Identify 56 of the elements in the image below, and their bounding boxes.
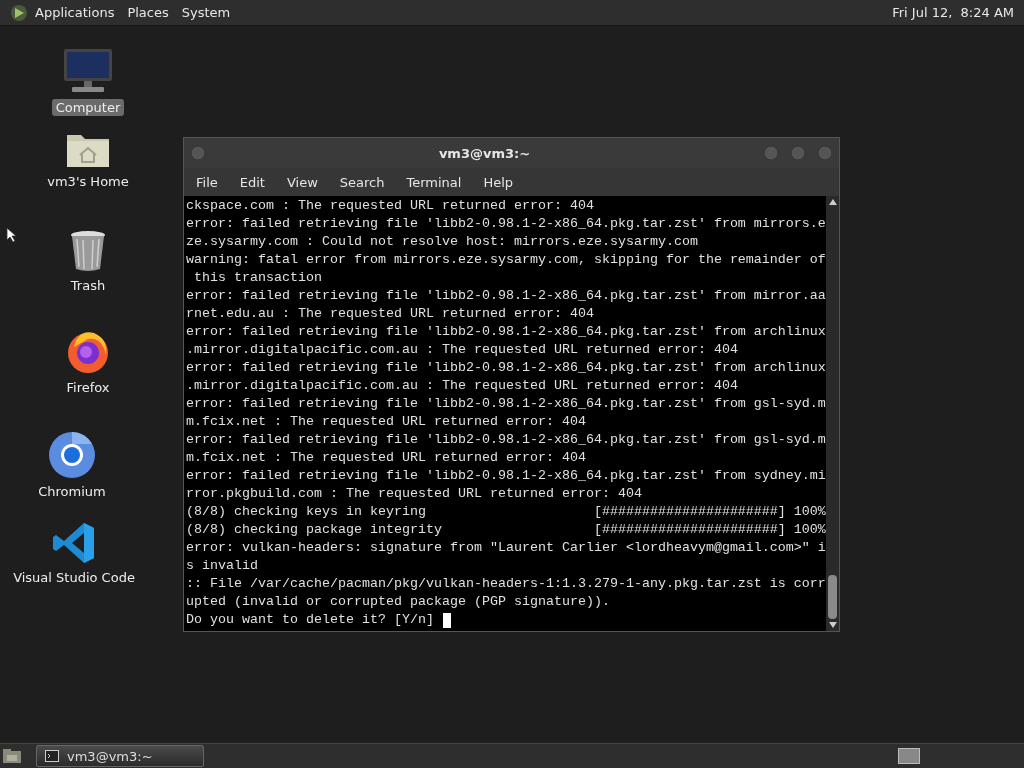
desktop-icon-label[interactable]: vm3's Home [43, 173, 133, 190]
terminal-line: rror.pkgbuild.com : The requested URL returned error: 404 [186, 485, 642, 503]
chromium-icon[interactable] [48, 431, 96, 479]
scrollbar[interactable] [826, 196, 839, 631]
scroll-down-arrow-icon[interactable] [828, 622, 837, 628]
terminal-line: rnet.edu.au : The requested URL returned error: 404 [186, 305, 594, 323]
scroll-up-arrow-icon[interactable] [828, 199, 837, 205]
menu-item[interactable]: View [278, 174, 326, 190]
terminal-line: error: failed retrieving file 'libb2-0.98.1-2-x86_64.pkg.tar.zst' from gsl-syd.m [186, 431, 826, 449]
terminal-line: error: failed retrieving file 'libb2-0.98.1-2-x86_64.pkg.tar.zst' from mirrors.e [186, 215, 826, 233]
desktop-icon-label[interactable]: Chromium [34, 483, 110, 500]
terminal-line: Do you want to delete it? [Y/n] [186, 611, 435, 629]
taskbar-button[interactable]: vm3@vm3:~ [36, 745, 204, 767]
menu-item[interactable]: Help [475, 174, 522, 190]
desktop-icon-label[interactable]: Trash [66, 277, 110, 294]
terminal-line: this transaction [193, 269, 322, 287]
terminal-line: m.fcix.net : The requested URL returned error: 404 [186, 413, 586, 431]
terminal-line: error: failed retrieving file 'libb2-0.98.1-2-x86_64.pkg.tar.zst' from archlinux [186, 323, 826, 341]
terminal-line: (8/8) checking keys in keyring [######################] 100% [186, 503, 826, 521]
terminal-line: error: vulkan-headers: signature from "Laurent Carlier <lordheavym@gmail.com>" i [186, 539, 826, 557]
terminal-line: error: failed retrieving file 'libb2-0.98.1-2-x86_64.pkg.tar.zst' from archlinux [186, 359, 826, 377]
terminal-icon [45, 750, 59, 762]
terminal-line: .mirror.digitalpacific.com.au : The requested URL returned error: 404 [186, 341, 738, 359]
trash-icon[interactable] [69, 229, 107, 273]
terminal-line: (8/8) checking package integrity [######################] 100% [186, 521, 826, 539]
menu-item[interactable]: Terminal [398, 174, 470, 190]
code-editor-icon[interactable] [52, 521, 96, 565]
show-desktop-icon[interactable] [2, 748, 22, 764]
computer-icon[interactable] [62, 47, 114, 95]
terminal-line: error: failed retrieving file 'libb2-0.98.1-2-x86_64.pkg.tar.zst' from mirror.aa [186, 287, 826, 305]
desktop-icon-label[interactable]: Firefox [62, 379, 114, 396]
terminal-line: .mirror.digitalpacific.com.au : The requested URL returned error: 404 [186, 377, 738, 395]
terminal-line: warning: fatal error from mirrors.eze.sysarmy.com, skipping for the remainder of [186, 251, 826, 269]
terminal-line: ze.sysarmy.com : Could not resolve host: mirrors.eze.sysarmy.com [186, 233, 698, 251]
panel-clock[interactable]: Fri Jul 12, 8:24 AM [892, 5, 1024, 20]
panel-menu[interactable]: Places [127, 5, 169, 20]
terminal-line: ckspace.com : The requested URL returned error: 404 [186, 197, 594, 215]
panel-menu[interactable]: Applications [35, 5, 115, 20]
mouse-pointer-icon [6, 227, 16, 243]
panel-menu[interactable]: System [181, 5, 231, 20]
desktop-icon-label[interactable]: Visual Studio Code [9, 569, 139, 586]
terminal-line: s invalid [186, 557, 258, 575]
menu-logo-icon[interactable] [10, 3, 28, 22]
desktop-icon-label[interactable]: Computer [51, 99, 125, 116]
scrollbar-thumb[interactable] [828, 575, 837, 619]
terminal-line: :: File /var/cache/pacman/pkg/vulkan-headers-1:1.3.279-1-any.pkg.tar.zst is corr [186, 575, 826, 593]
terminal-line: error: failed retrieving file 'libb2-0.98.1-2-x86_64.pkg.tar.zst' from sydney.mi [186, 467, 826, 485]
terminal-line: m.fcix.net : The requested URL returned error: 404 [186, 449, 586, 467]
terminal-line: upted (invalid or corrupted package (PGP signature)). [186, 593, 610, 611]
workspace-switcher[interactable] [898, 748, 920, 764]
terminal-line: error: failed retrieving file 'libb2-0.98.1-2-x86_64.pkg.tar.zst' from gsl-syd.m [186, 395, 826, 413]
text-cursor [442, 612, 451, 628]
menu-item[interactable]: Search [331, 174, 393, 190]
window-title: vm3@vm3:~ [437, 145, 532, 161]
menu-item[interactable]: Edit [231, 174, 273, 190]
menu-item[interactable]: File [188, 174, 226, 190]
